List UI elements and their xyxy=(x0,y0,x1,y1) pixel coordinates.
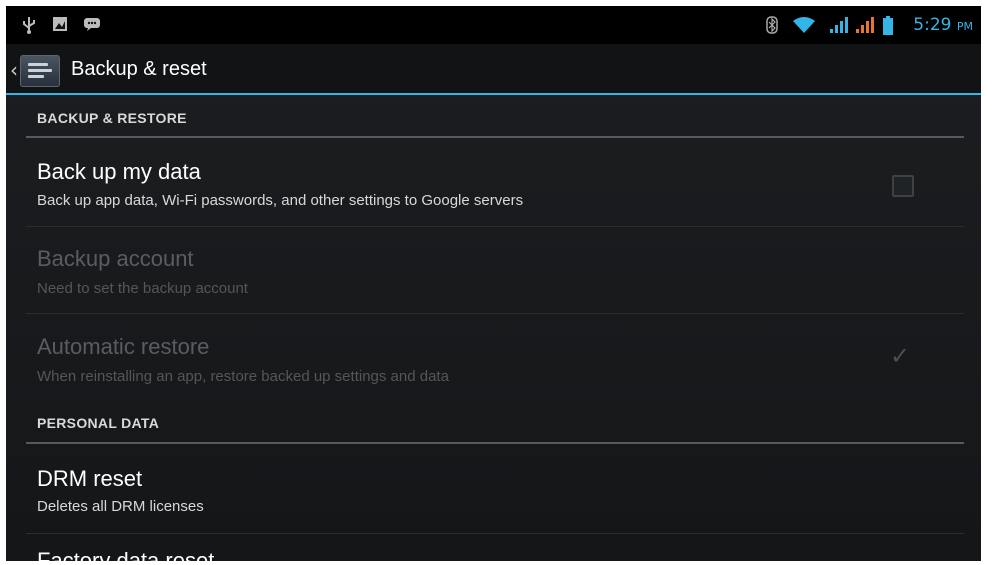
android-settings-screen: 5:29 PM ‹ Backup & reset BACKUP & RESTOR… xyxy=(6,6,981,561)
image-notification-icon xyxy=(53,17,67,31)
wifi-icon xyxy=(793,17,815,33)
back-up-my-data-checkbox[interactable] xyxy=(892,175,914,197)
usb-icon xyxy=(23,17,35,34)
section-divider xyxy=(26,136,964,138)
list-divider xyxy=(26,533,964,534)
section-header-personal-data: PERSONAL DATA xyxy=(37,415,160,431)
list-divider xyxy=(26,313,964,314)
chat-notification-icon xyxy=(84,18,100,31)
section-header-backup-restore: BACKUP & RESTORE xyxy=(37,110,187,126)
factory-data-reset-item[interactable]: Factory data reset xyxy=(37,548,214,561)
automatic-restore-title: Automatic restore xyxy=(37,334,210,359)
drm-reset-summary: Deletes all DRM licenses xyxy=(37,498,204,515)
back-up-my-data-summary: Back up app data, Wi-Fi passwords, and o… xyxy=(37,192,524,209)
back-up-my-data-title: Back up my data xyxy=(37,159,201,184)
clock-time: 5:29 xyxy=(913,15,952,35)
clock-ampm: PM xyxy=(956,20,973,33)
backup-settings-icon[interactable] xyxy=(20,55,60,87)
battery-icon xyxy=(883,16,893,35)
drm-reset-title: DRM reset xyxy=(37,466,143,491)
chevron-left-icon[interactable]: ‹ xyxy=(10,58,18,82)
signal-sim2-icon xyxy=(856,17,874,33)
page-title: Backup & reset xyxy=(71,58,207,80)
bluetooth-icon xyxy=(766,16,778,34)
clock: 5:29 PM xyxy=(913,15,973,35)
backup-account-title: Backup account xyxy=(37,246,194,271)
automatic-restore-summary: When reinstalling an app, restore backed… xyxy=(37,368,449,385)
automatic-restore-checkmark-icon: ✓ xyxy=(890,342,911,370)
signal-sim1-icon xyxy=(830,17,848,33)
list-divider xyxy=(26,226,964,227)
status-bar: 5:29 PM xyxy=(6,6,981,44)
action-bar-divider xyxy=(6,93,981,95)
section-divider xyxy=(26,442,964,444)
backup-account-summary: Need to set the backup account xyxy=(37,280,248,297)
